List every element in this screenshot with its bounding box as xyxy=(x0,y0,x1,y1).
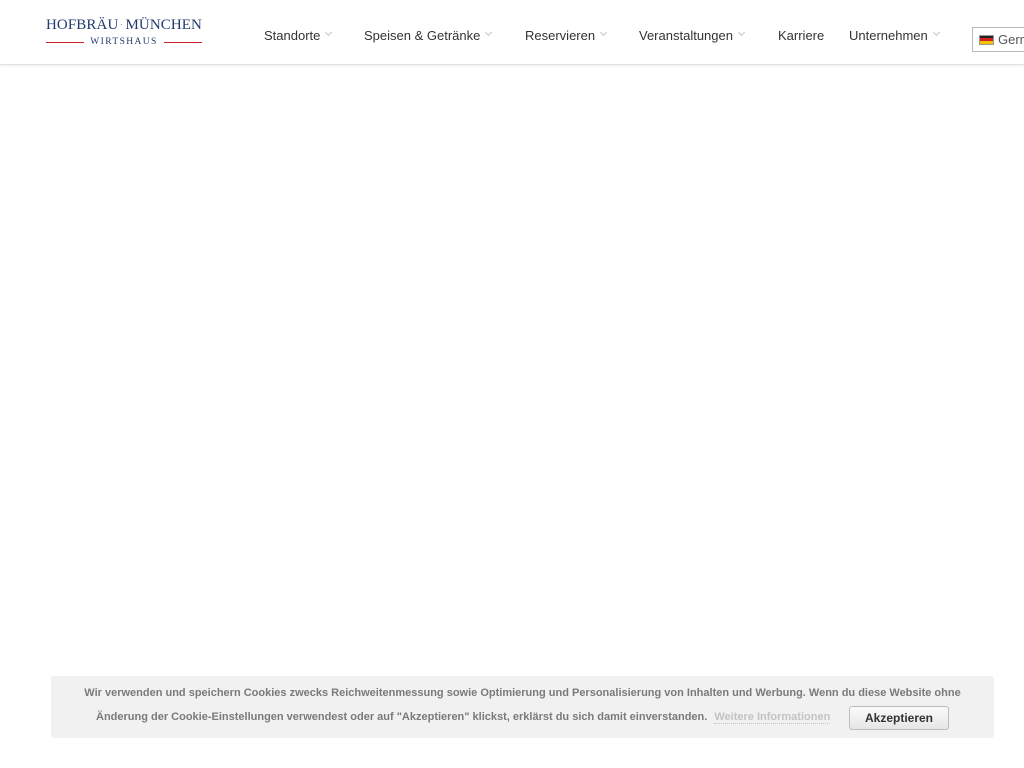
language-select[interactable]: German xyxy=(972,27,1024,52)
more-information-link[interactable]: Weitere Informationen xyxy=(714,711,831,724)
chevron-down-icon xyxy=(932,28,940,36)
nav-item-karriere[interactable]: Karriere xyxy=(778,26,824,44)
nav-item-label: Reservieren xyxy=(525,27,596,43)
nav-item-reservieren[interactable]: Reservieren xyxy=(525,26,608,44)
germany-flag-icon xyxy=(979,34,994,45)
chevron-down-icon xyxy=(737,28,746,36)
logo-wordmark: HOFBRÄU HB MÜNCHEN xyxy=(46,15,202,35)
logo-left-rule xyxy=(46,41,85,43)
cookie-text-line1: Wir verwenden und speichern Cookies zwec… xyxy=(84,687,961,699)
chevron-down-icon xyxy=(600,28,608,36)
accept-cookies-button[interactable]: Akzeptieren xyxy=(849,706,949,730)
logo-left-text: HOFBRÄU xyxy=(46,16,119,33)
hofbraeu-logo[interactable]: HOFBRÄU HB MÜNCHEN WIRTSHAUS xyxy=(46,13,202,49)
logo-right-rule xyxy=(163,41,202,43)
page: HOFBRÄU HB MÜNCHEN WIRTSHAUS Standorte xyxy=(0,0,1024,768)
logo-subline: WIRTSHAUS xyxy=(46,36,202,48)
language-selected-label: German xyxy=(998,32,1024,47)
cookie-banner: Wir verwenden und speichern Cookies zwec… xyxy=(51,676,994,738)
crown-crest-icon: HB xyxy=(121,23,122,25)
main-content xyxy=(0,66,1024,666)
nav-item-label: Standorte xyxy=(264,27,321,43)
nav-item-label: Unternehmen xyxy=(849,27,928,43)
nav-item-standorte[interactable]: Standorte xyxy=(264,26,333,44)
logo-subtitle: WIRTSHAUS xyxy=(90,37,158,47)
chevron-down-icon xyxy=(325,28,333,36)
cookie-text: Änderung der Cookie-Einstellungen verwen… xyxy=(96,711,708,723)
nav-item-unternehmen[interactable]: Unternehmen xyxy=(849,26,940,44)
cookie-text-line2: Änderung der Cookie-Einstellungen verwen… xyxy=(96,711,831,724)
nav-item-label: Veranstaltungen xyxy=(639,27,733,43)
nav-item-veranstaltungen[interactable]: Veranstaltungen xyxy=(639,26,746,44)
logo-right-text: MÜNCHEN xyxy=(125,16,202,33)
nav-item-label: Karriere xyxy=(778,27,825,43)
chevron-down-icon xyxy=(485,28,493,36)
nav-item-label: Speisen & Getränke xyxy=(364,27,481,43)
site-header: HOFBRÄU HB MÜNCHEN WIRTSHAUS Standorte xyxy=(0,0,1024,65)
nav-item-speisen-getraenke[interactable]: Speisen & Getränke xyxy=(364,26,493,44)
